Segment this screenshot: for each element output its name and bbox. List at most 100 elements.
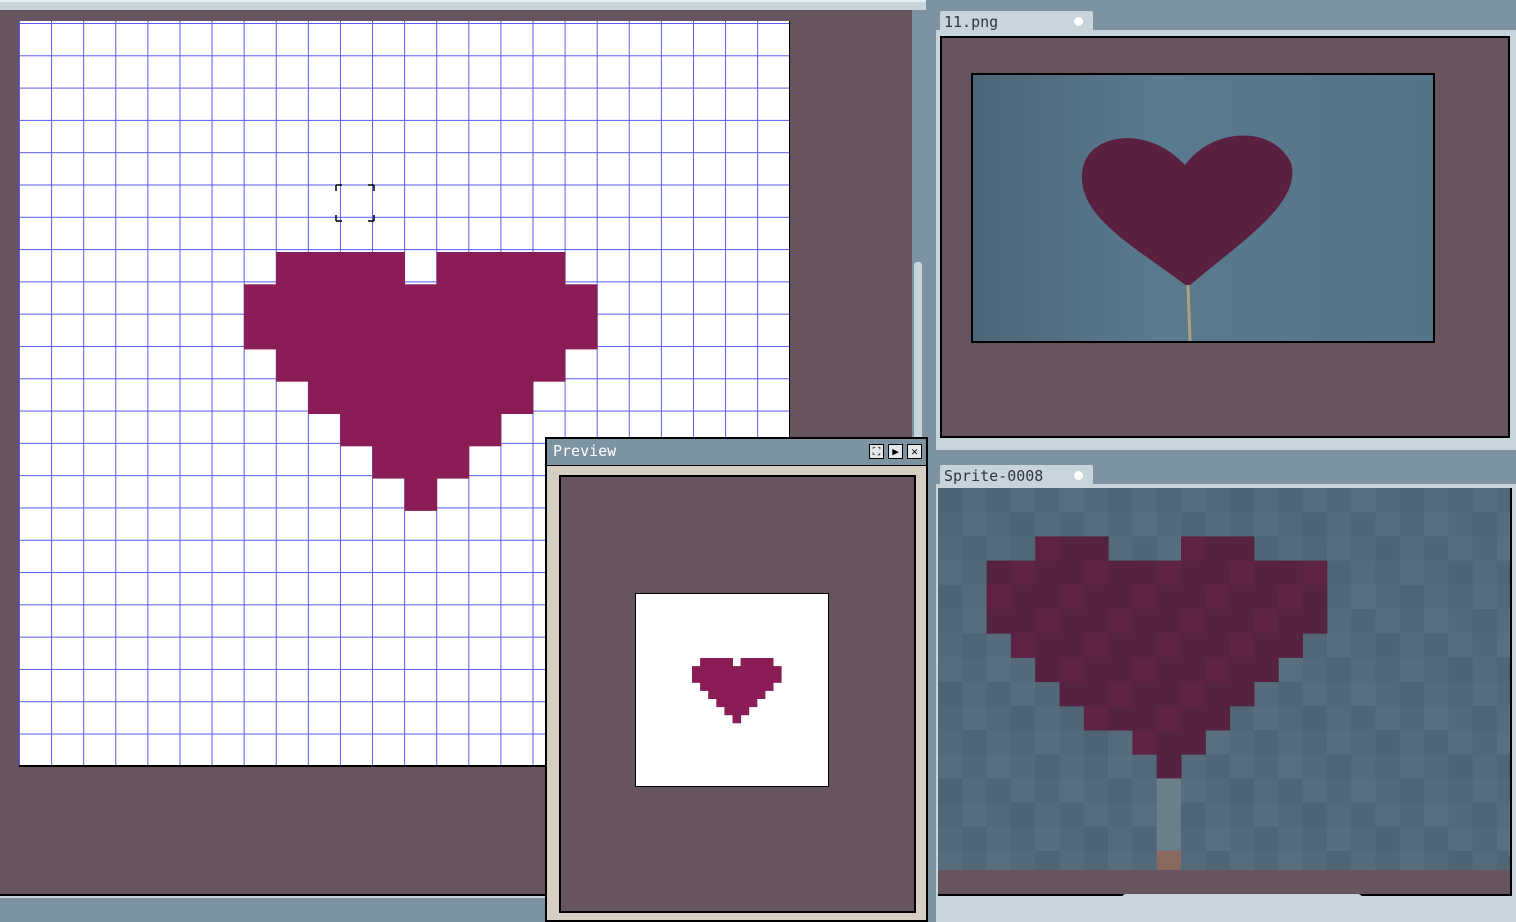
sprite-horizontal-scroll-thumb[interactable] <box>1122 894 1362 902</box>
photo-pixel <box>1278 536 1303 562</box>
photo-heart-pixel <box>1035 609 1060 634</box>
reference-doc-area[interactable] <box>940 36 1510 438</box>
photo-pixel <box>1326 560 1352 586</box>
photo-pixel <box>1181 778 1206 804</box>
photo-pixel <box>1424 681 1449 707</box>
photo-pixel <box>986 851 1012 870</box>
photo-heart-pixel <box>1278 633 1303 658</box>
photo-heart-pixel <box>1059 584 1085 610</box>
photo-pixel <box>1108 512 1133 537</box>
photo-pixel <box>1424 705 1449 731</box>
heart-pixel <box>773 666 782 675</box>
photo-pixel <box>1302 705 1328 731</box>
photo-pixel <box>1351 633 1376 658</box>
tab-11-png[interactable]: 11.png <box>938 9 1095 31</box>
heart-pixel <box>532 348 566 382</box>
photo-pixel <box>1253 826 1279 852</box>
tab-sprite-0008[interactable]: Sprite-0008 <box>938 463 1095 485</box>
heart-pixel <box>708 682 717 691</box>
photo-heart-pixel <box>1156 584 1182 610</box>
photo-pixel <box>1375 754 1401 779</box>
photo-heart-pixel <box>1132 560 1158 586</box>
center-icon[interactable]: ⛶ <box>869 444 884 459</box>
heart-pixel <box>565 316 598 350</box>
heart-pixel <box>308 348 341 382</box>
heart-pixel <box>244 284 277 318</box>
photo-pixel <box>986 633 1012 658</box>
photo-heart-pixel <box>1108 705 1133 731</box>
photo-pixel <box>1010 488 1036 513</box>
photo-pixel <box>1448 851 1474 870</box>
close-icon[interactable]: ✕ <box>907 444 922 459</box>
photo-pixel <box>986 536 1012 562</box>
photo-pixel <box>1229 826 1255 852</box>
photo-pixel <box>1229 488 1255 513</box>
photo-pixel <box>1351 609 1376 634</box>
photo-pixel <box>1424 512 1449 537</box>
photo-pixel <box>1399 802 1425 828</box>
reference-vertical-scrollbar[interactable] <box>1510 130 1516 350</box>
preview-heart <box>692 658 782 724</box>
photo-pixel <box>1496 705 1510 731</box>
photo-pixel <box>1424 778 1449 804</box>
tab-label: Sprite-0008 <box>944 467 1044 485</box>
photo-pixel <box>962 488 988 513</box>
heart-pixel <box>732 714 742 724</box>
photo-heart-pixel <box>1253 609 1279 634</box>
photo-pixel <box>1375 778 1401 804</box>
photo-pixel <box>1253 488 1279 513</box>
photo-pixel <box>1010 802 1036 828</box>
photo-pixel <box>1010 657 1036 683</box>
photo-heart-pixel <box>1229 681 1255 707</box>
photo-pixel <box>1496 730 1510 755</box>
photo-pixel <box>1326 851 1352 870</box>
photo-pixel <box>1326 488 1352 513</box>
heart-pixel <box>700 682 709 691</box>
photo-pixel <box>1326 681 1352 707</box>
preview-window[interactable]: Preview ⛶ ▶ ✕ <box>545 437 928 922</box>
photo-pixel <box>1326 778 1352 804</box>
photo-pixel <box>1132 754 1158 779</box>
photo-pixel <box>1375 609 1401 634</box>
photo-heart-pixel <box>1181 730 1206 755</box>
photo-heart-pixel <box>1181 681 1206 707</box>
photo-heart-pixel <box>1108 560 1133 586</box>
preview-titlebar[interactable]: Preview ⛶ ▶ ✕ <box>547 439 926 466</box>
photo-pixel <box>986 778 1012 804</box>
photo-pixel <box>1108 778 1133 804</box>
play-icon[interactable]: ▶ <box>888 444 903 459</box>
photo-heart-image <box>1081 135 1293 341</box>
photo-heart-pixel <box>1181 633 1206 658</box>
heart-pixel <box>340 381 373 414</box>
heart-pixel <box>372 381 405 414</box>
sprite-doc-area[interactable] <box>938 488 1512 896</box>
photo-heart-pixel <box>1108 609 1133 634</box>
photo-heart-pixel <box>1181 609 1206 634</box>
heart-pixel <box>716 658 725 667</box>
photo-pixel <box>1448 754 1474 779</box>
heart-pixel <box>756 682 766 691</box>
photo-pixel <box>1205 754 1231 779</box>
photo-stem-pixel <box>1156 778 1181 803</box>
heart-pixel <box>716 666 725 675</box>
photo-pixel <box>1399 778 1425 804</box>
photo-pixel <box>1035 681 1060 707</box>
photo-pixel <box>1059 851 1085 870</box>
photo-heart-pixel <box>1156 560 1182 586</box>
photo-pixel <box>1351 802 1376 828</box>
heart-pixel <box>404 413 438 447</box>
photo-pixel <box>1229 754 1255 779</box>
heart-pixel <box>716 682 725 691</box>
photo-pixel <box>1399 488 1425 513</box>
photo-pixel <box>1472 633 1498 658</box>
heart-pixel <box>756 690 766 699</box>
photo-heart-pixel <box>1181 536 1206 562</box>
photo-pixel <box>1326 536 1352 562</box>
photo-heart-pixel <box>1156 609 1182 634</box>
photo-pixel <box>1035 488 1060 513</box>
photo-pixel <box>1351 754 1376 779</box>
editor-scroll-thumb[interactable] <box>914 262 922 442</box>
photo-pixel <box>1399 609 1425 634</box>
photo-pixel <box>1253 754 1279 779</box>
reference-horizontal-scroll-thumb[interactable] <box>1080 438 1394 446</box>
